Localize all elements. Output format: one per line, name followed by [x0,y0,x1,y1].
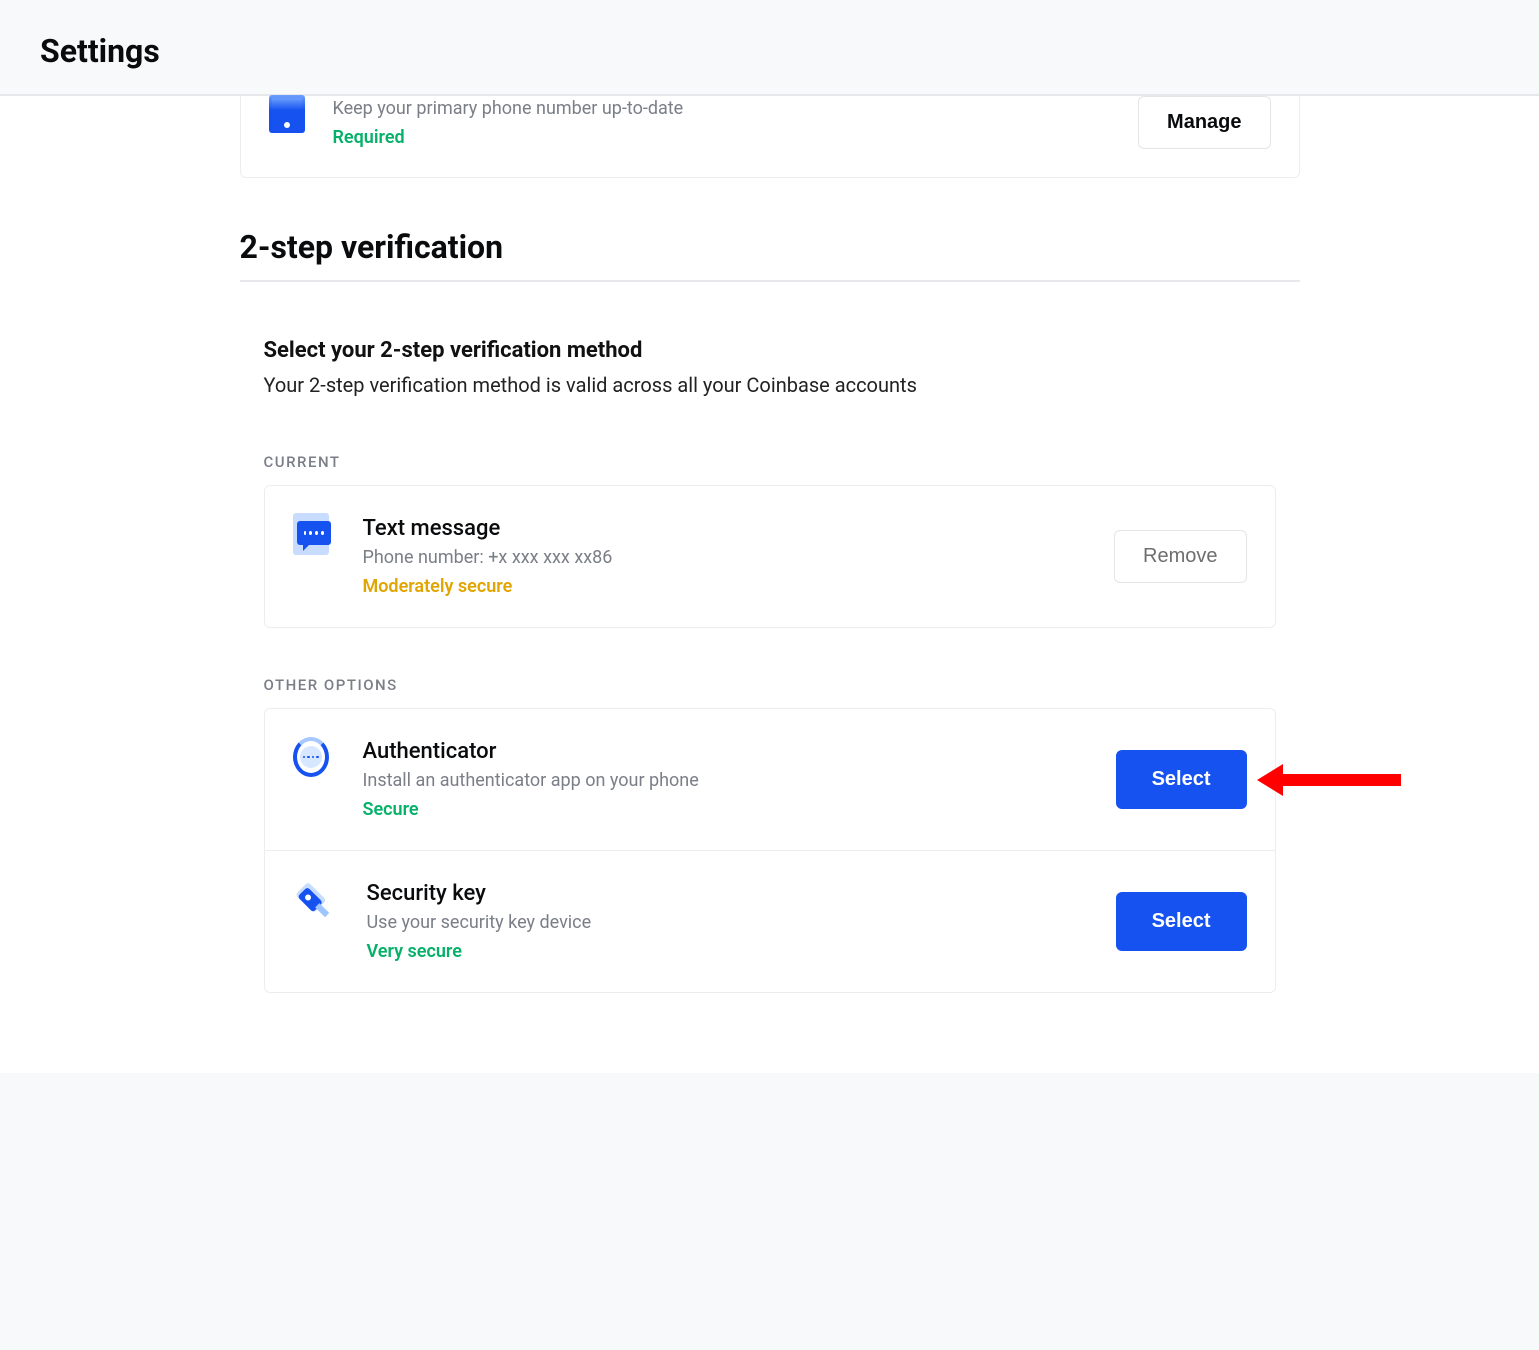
settings-header: Settings [0,0,1539,96]
remove-method-button[interactable]: Remove [1114,530,1246,583]
current-label: CURRENT [264,453,1276,471]
option-authenticator-row: Authenticator Install an authenticator a… [265,709,1275,850]
page-title: Settings [40,32,1499,70]
security-key-icon [293,881,333,921]
option-security-key-row: Security key Use your security key devic… [265,850,1275,992]
manage-phone-button[interactable]: Manage [1138,96,1270,149]
two-step-description: Your 2-step verification method is valid… [264,373,1276,397]
text-message-icon [293,516,329,552]
two-step-subhead: Select your 2-step verification method [264,338,1276,363]
phone-icon [269,96,305,132]
current-method-security: Moderately secure [363,576,613,597]
select-security-key-button[interactable]: Select [1116,892,1247,951]
phone-card-subtitle: Keep your primary phone number up-to-dat… [333,98,684,119]
current-method-title: Text message [363,516,613,541]
current-method-detail: Phone number: +x xxx xxx xx86 [363,547,613,568]
option-authenticator-title: Authenticator [363,739,699,764]
phone-number-card: +X XXX XXX XX86 Keep your primary phone … [240,96,1300,178]
current-method-row: Text message Phone number: +x xxx xxx xx… [265,486,1275,627]
two-step-heading: 2-step verification [240,228,1300,266]
option-security-key-title: Security key [367,881,592,906]
option-security-key-detail: Use your security key device [367,912,592,933]
other-options-label: OTHER OPTIONS [264,676,1276,694]
other-options-card: Authenticator Install an authenticator a… [264,708,1276,993]
option-authenticator-security: Secure [363,799,699,820]
option-authenticator-detail: Install an authenticator app on your pho… [363,770,699,791]
content-area: +X XXX XXX XX86 Keep your primary phone … [0,96,1539,1073]
section-divider [240,280,1300,282]
select-authenticator-button[interactable]: Select [1116,750,1247,809]
authenticator-icon [293,739,329,775]
option-security-key-security: Very secure [367,941,592,962]
current-method-card: Text message Phone number: +x xxx xxx xx… [264,485,1276,628]
phone-card-status: Required [333,127,684,148]
